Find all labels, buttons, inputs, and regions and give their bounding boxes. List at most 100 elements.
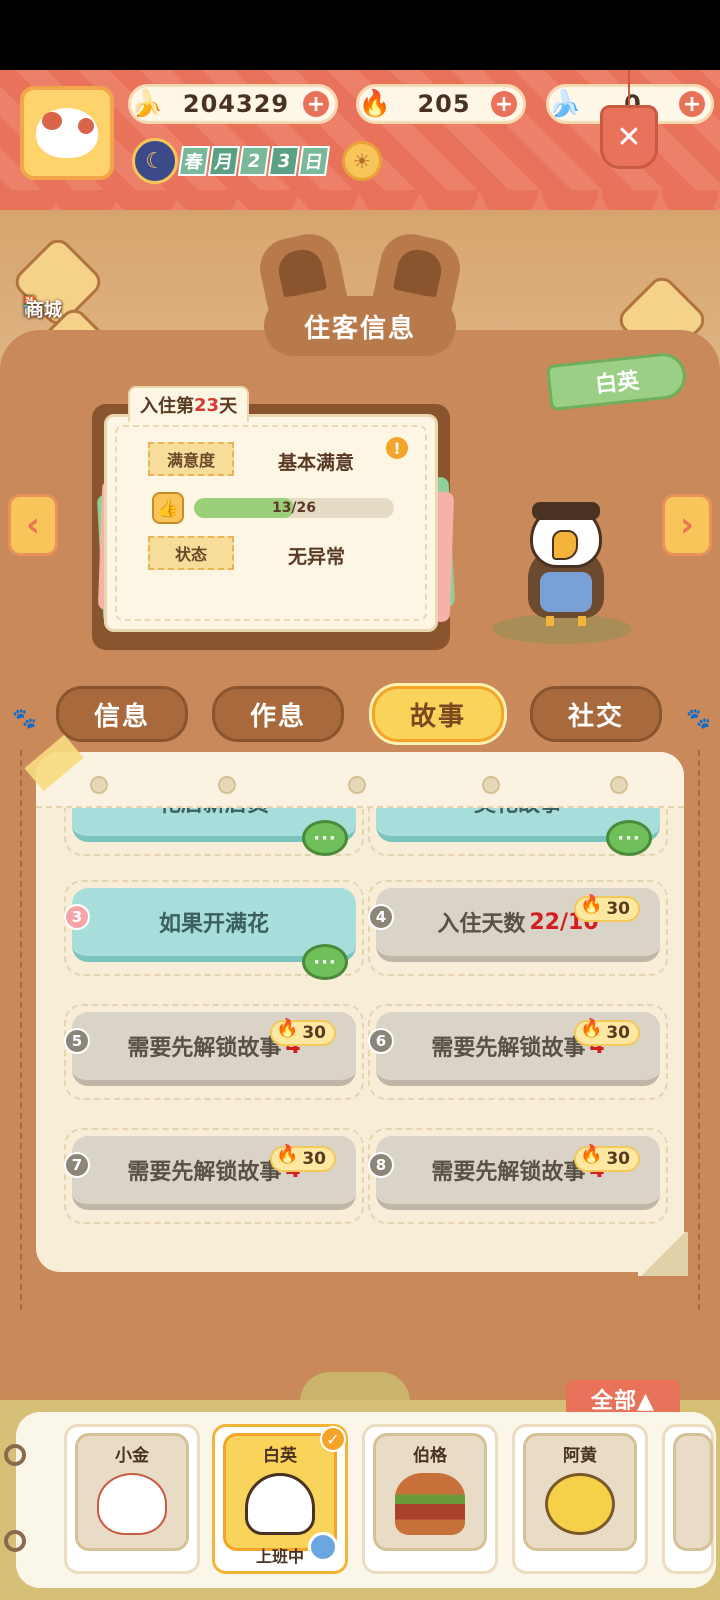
next-guest-arrow[interactable]: › (662, 494, 712, 556)
cost-value: 30 (606, 1023, 630, 1043)
satisfaction-label: 满意度 (148, 442, 234, 476)
story-number: 3 (64, 904, 90, 930)
paw-icon: 🐾 (686, 706, 711, 730)
page-curl (638, 1232, 688, 1276)
close-button[interactable]: ✕ (600, 105, 658, 169)
binder-hole (348, 776, 366, 794)
story-cost: 🔥 30 (574, 1144, 640, 1172)
eagle-shirt (540, 572, 592, 612)
binder-hole (90, 776, 108, 794)
binder-ring (4, 1444, 26, 1466)
stay-days-tab: 入住第 23 天 (128, 386, 250, 422)
stay-prefix: 入住第 (140, 396, 194, 417)
character-card-next[interactable] (662, 1424, 714, 1574)
character-name: 伯格 (413, 1446, 447, 1466)
stay-days: 23 (194, 394, 220, 416)
flame-currency[interactable]: 🔥 205 + (356, 84, 526, 124)
binder-hole (610, 776, 628, 794)
eagle-character[interactable] (492, 500, 632, 644)
season-label: 春 (177, 146, 211, 176)
binder-hole (218, 776, 236, 794)
status-label: 状态 (148, 536, 234, 570)
story-cost: 🔥 30 (574, 1018, 640, 1046)
portrait-frame (673, 1433, 713, 1551)
moon-icon: ☾ (132, 138, 178, 184)
alert-icon[interactable]: ! (386, 437, 408, 459)
story-number: 6 (368, 1028, 394, 1054)
story-number: 5 (64, 1028, 90, 1054)
story-title: 需要先解锁故事 (127, 1036, 282, 1061)
status-value: 无异常 (288, 546, 346, 568)
binder-ring (4, 1530, 26, 1552)
binder-hole (482, 776, 500, 794)
tab-story[interactable]: 故事 (372, 686, 504, 742)
story-cost: 🔥 30 (270, 1144, 336, 1172)
status-dot (308, 1532, 338, 1562)
add-banana-button[interactable]: + (303, 91, 329, 117)
thumbs-up-icon: 👍 (152, 492, 184, 524)
story-cost: 🔥 30 (270, 1018, 336, 1046)
sign-string (628, 70, 630, 106)
tab-info[interactable]: 信息 (56, 686, 188, 742)
blue-flame-icon: 🔥 (276, 1018, 299, 1039)
paw-icon: 🐾 (12, 706, 37, 730)
bubble-dots: ··· (617, 827, 641, 849)
satisfaction-value: 基本满意 (278, 452, 355, 474)
character-name: 小金 (115, 1446, 149, 1466)
stay-suffix: 天 (219, 396, 238, 417)
panel-title: 住客信息 (264, 296, 456, 356)
tab-social[interactable]: 社交 (530, 686, 662, 742)
story-title: 需要先解锁故事 (431, 1160, 586, 1185)
banana-amount: 204329 (182, 90, 290, 118)
blue-banana-icon: 🍌 (548, 89, 582, 119)
satisfaction-progress-text: 13/26 (271, 500, 317, 516)
story-number: 4 (368, 904, 394, 930)
blue-flame-icon: 🔥 (580, 894, 603, 915)
date-digit: 2 (237, 146, 271, 176)
story-number: 8 (368, 1152, 394, 1178)
blue-flame-icon: 🔥 (358, 89, 392, 119)
story-title: 需要先解锁故事 (127, 1160, 282, 1185)
flame-amount: 205 (417, 90, 471, 118)
character-card-xiaojin[interactable]: 小金 (64, 1424, 200, 1574)
date-digit: 3 (267, 146, 301, 176)
chat-bubble-icon[interactable]: ··· (302, 944, 348, 980)
month-label: 月 (207, 146, 241, 176)
bar-cat-ears (300, 1372, 410, 1402)
banana-icon: 🍌 (130, 89, 164, 119)
tab-schedule[interactable]: 作息 (212, 686, 344, 742)
cat-avatar-icon (36, 108, 98, 158)
cost-value: 30 (606, 899, 630, 919)
character-card-ahuang[interactable]: 阿黄 (512, 1424, 648, 1574)
calendar: ☾ 春 月 2 3 日 ☀ (132, 138, 382, 184)
story-title: 需要先解锁故事 (431, 1036, 586, 1061)
eagle-feet (546, 616, 586, 626)
dog-portrait-icon (545, 1473, 615, 1535)
bubble-dots: ··· (313, 827, 337, 849)
eagle-portrait-icon (245, 1473, 315, 1535)
story-cost: 🔥 30 (574, 894, 640, 922)
sunglasses-icon (532, 502, 600, 520)
blue-flame-icon: 🔥 (276, 1144, 299, 1165)
prev-guest-arrow[interactable]: ‹ (8, 494, 58, 556)
story-title: 如果开满花 (158, 912, 269, 937)
cat-portrait-icon (97, 1473, 167, 1535)
blue-flame-icon: 🔥 (580, 1144, 603, 1165)
blue-flame-icon: 🔥 (580, 1018, 603, 1039)
shop-label: 商城 (26, 300, 62, 321)
cost-value: 30 (606, 1149, 630, 1169)
day-label: 日 (297, 146, 331, 176)
add-blue-banana-button[interactable]: + (679, 91, 705, 117)
chat-bubble-icon[interactable]: ··· (302, 820, 348, 856)
eagle-beak (552, 530, 578, 560)
character-card-boge[interactable]: 伯格 (362, 1424, 498, 1574)
chat-bubble-icon[interactable]: ··· (606, 820, 652, 856)
character-name: 阿黄 (563, 1446, 597, 1466)
burger-portrait-icon (395, 1473, 465, 1535)
player-avatar[interactable] (20, 86, 114, 180)
cost-value: 30 (302, 1023, 326, 1043)
story-title: 入住天数 (437, 912, 526, 937)
banana-currency[interactable]: 🍌 204329 + (128, 84, 338, 124)
bubble-dots: ··· (313, 951, 337, 973)
add-flame-button[interactable]: + (491, 91, 517, 117)
